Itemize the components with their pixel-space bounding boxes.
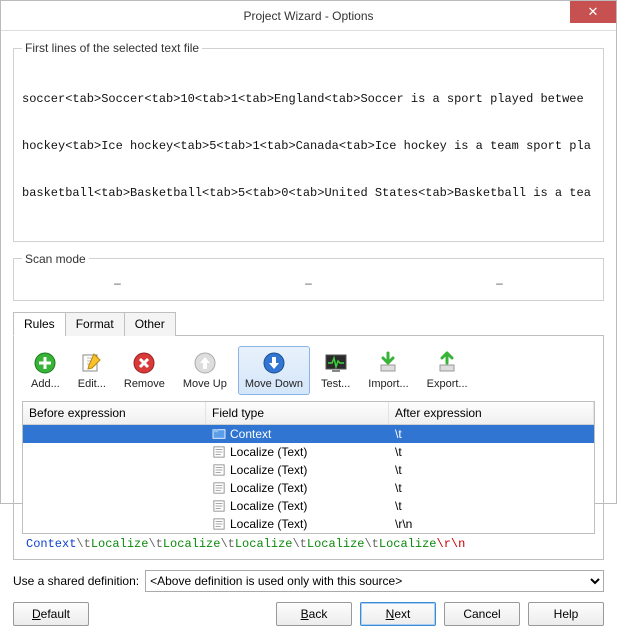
table-row[interactable]: Context\t	[23, 425, 594, 443]
add-button[interactable]: Add...	[24, 346, 67, 395]
table-row[interactable]: Localize (Text)\r\n	[23, 515, 594, 533]
shared-definition-select[interactable]: <Above definition is used only with this…	[145, 570, 604, 592]
cell-after: \r\n	[389, 516, 594, 532]
context-icon	[212, 428, 226, 440]
cell-before	[23, 505, 206, 507]
table-row[interactable]: Localize (Text)\t	[23, 461, 594, 479]
table-row[interactable]: Localize (Text)\t	[23, 479, 594, 497]
window-title: Project Wizard - Options	[1, 9, 616, 23]
move-down-button[interactable]: Move Down	[238, 346, 310, 395]
import-button[interactable]: Import...	[361, 346, 415, 395]
cell-field: Localize (Text)	[206, 480, 389, 496]
monitor-pulse-icon	[324, 351, 348, 375]
cell-before	[23, 523, 206, 525]
cell-after: \t	[389, 444, 594, 460]
col-field[interactable]: Field type	[206, 402, 389, 424]
button-bar: Default Back Next Cancel Help	[13, 600, 604, 626]
cell-after: \t	[389, 426, 594, 442]
scan-mode-cell: –	[496, 276, 503, 290]
title-bar: Project Wizard - Options ✕	[1, 1, 616, 31]
delete-circle-icon	[132, 351, 156, 375]
scan-mode-cell: –	[114, 276, 121, 290]
edit-button[interactable]: Edit...	[71, 346, 113, 395]
arrow-up-circle-icon	[193, 351, 217, 375]
export-button[interactable]: Export...	[420, 346, 475, 395]
move-up-button[interactable]: Move Up	[176, 346, 234, 395]
rules-toolbar: Add... Edit... Remove Move Up Move Down …	[22, 344, 595, 401]
pencil-note-icon	[80, 351, 104, 375]
tab-format[interactable]: Format	[65, 312, 125, 336]
tab-rules[interactable]: Rules	[13, 312, 66, 336]
tab-strip: Rules Format Other	[13, 311, 604, 336]
cell-before	[23, 451, 206, 453]
cell-field: Localize (Text)	[206, 444, 389, 460]
close-icon: ✕	[588, 4, 599, 20]
scan-mode-legend: Scan mode	[22, 252, 89, 266]
cell-after: \t	[389, 462, 594, 478]
rules-grid: Before expression Field type After expre…	[22, 401, 595, 534]
shared-label: Use a shared definition:	[13, 574, 139, 588]
close-button[interactable]: ✕	[570, 1, 616, 23]
expression-preview: Context\tLocalize\tLocalize\tLocalize\tL…	[22, 534, 595, 551]
first-lines-group: First lines of the selected text file so…	[13, 41, 604, 242]
scan-mode-group: Scan mode – – –	[13, 252, 604, 301]
rules-panel: Add... Edit... Remove Move Up Move Down …	[13, 336, 604, 560]
cell-before	[23, 469, 206, 471]
text-doc-icon	[212, 500, 226, 512]
preview-text: soccer<tab>Soccer<tab>10<tab>1<tab>Engla…	[22, 61, 595, 233]
cancel-button[interactable]: Cancel	[444, 602, 520, 626]
next-button[interactable]: Next	[360, 602, 436, 626]
export-arrow-icon	[435, 351, 459, 375]
grid-body: Context\tLocalize (Text)\tLocalize (Text…	[23, 425, 594, 533]
col-before[interactable]: Before expression	[23, 402, 206, 424]
cell-field: Localize (Text)	[206, 516, 389, 532]
col-after[interactable]: After expression	[389, 402, 594, 424]
plus-circle-icon	[33, 351, 57, 375]
test-button[interactable]: Test...	[314, 346, 357, 395]
import-arrow-icon	[376, 351, 400, 375]
text-doc-icon	[212, 464, 226, 476]
cell-before	[23, 487, 206, 489]
help-button[interactable]: Help	[528, 602, 604, 626]
text-doc-icon	[212, 518, 226, 530]
text-doc-icon	[212, 482, 226, 494]
default-button[interactable]: Default	[13, 602, 89, 626]
arrow-down-circle-icon	[262, 351, 286, 375]
cell-before	[23, 433, 206, 435]
cell-field: Localize (Text)	[206, 462, 389, 478]
table-row[interactable]: Localize (Text)\t	[23, 497, 594, 515]
text-doc-icon	[212, 446, 226, 458]
cell-field: Localize (Text)	[206, 498, 389, 514]
first-lines-legend: First lines of the selected text file	[22, 41, 202, 55]
grid-header: Before expression Field type After expre…	[23, 402, 594, 425]
cell-after: \t	[389, 498, 594, 514]
table-row[interactable]: Localize (Text)\t	[23, 443, 594, 461]
scan-mode-cell: –	[305, 276, 312, 290]
tab-other[interactable]: Other	[124, 312, 176, 336]
remove-button[interactable]: Remove	[117, 346, 172, 395]
cell-after: \t	[389, 480, 594, 496]
back-button[interactable]: Back	[276, 602, 352, 626]
cell-field: Context	[206, 426, 389, 442]
